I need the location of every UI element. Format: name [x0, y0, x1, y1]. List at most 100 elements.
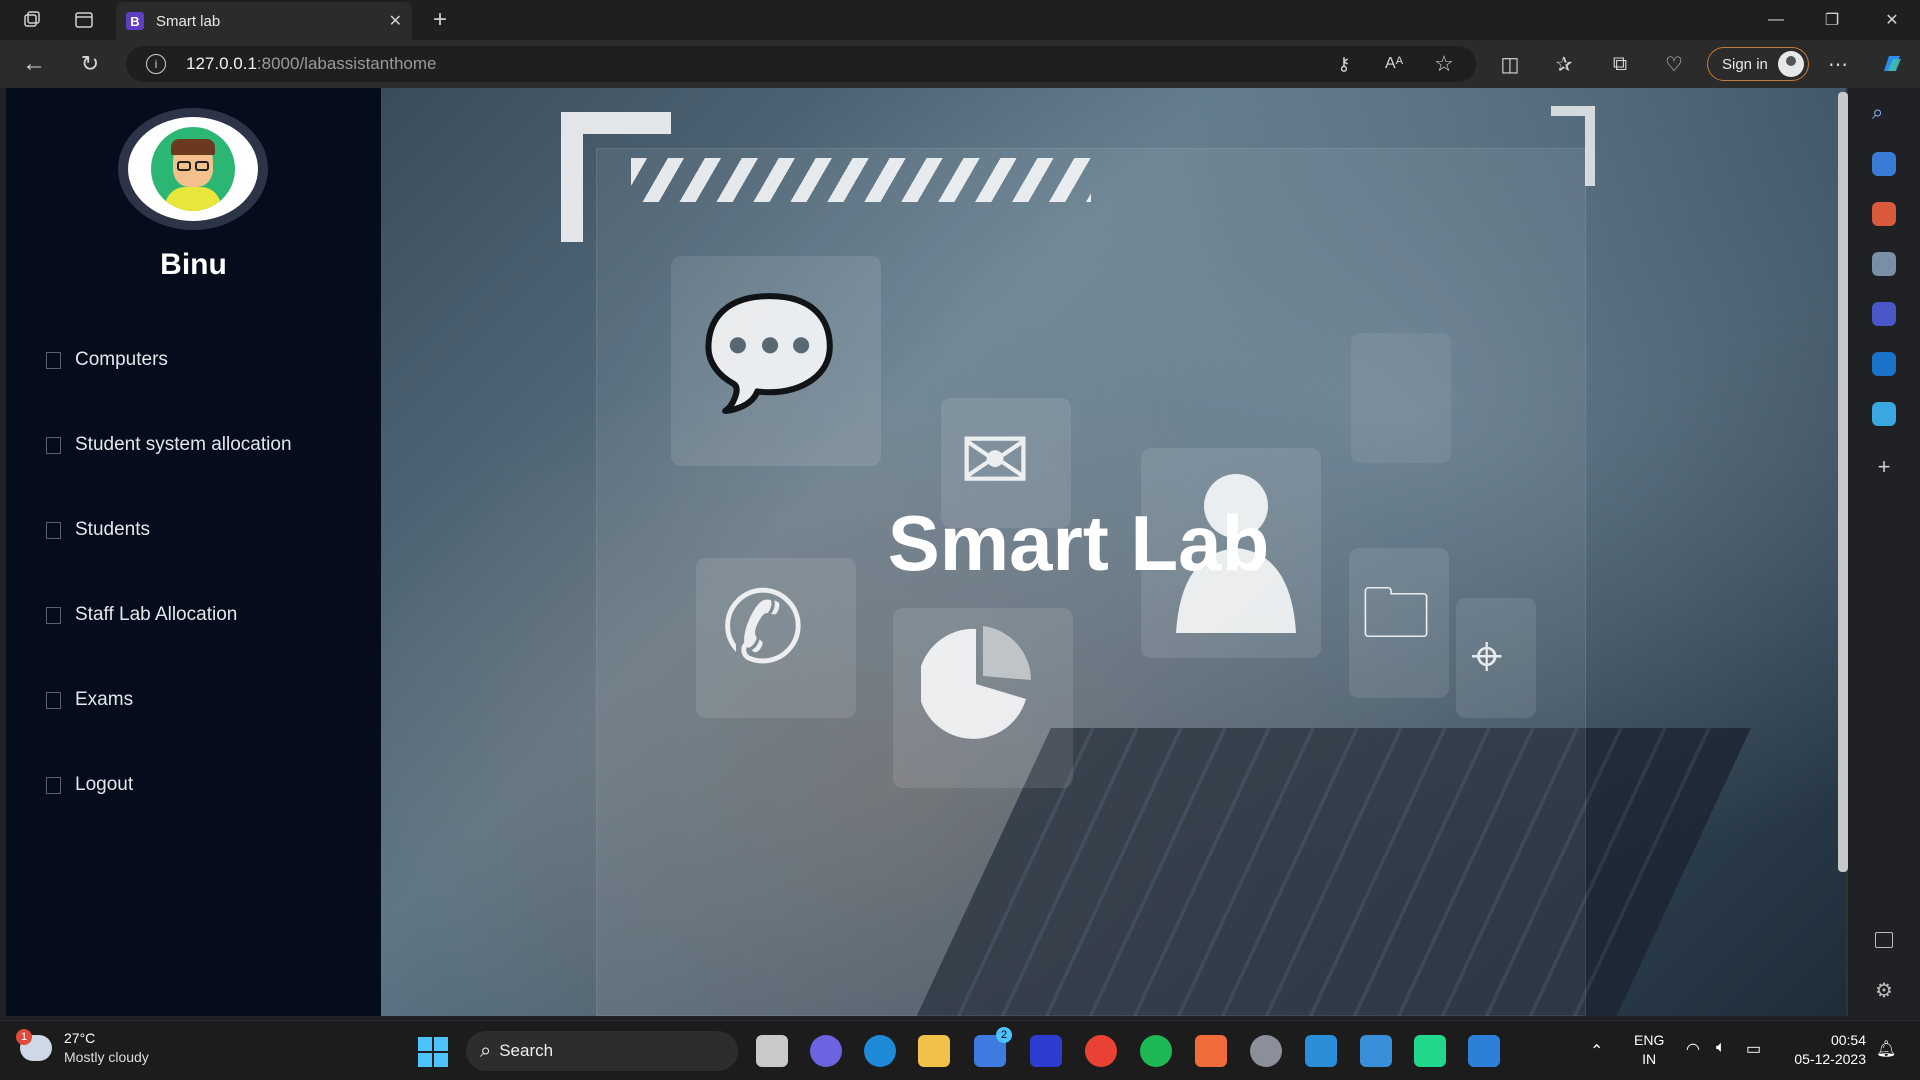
microsoft-store-icon[interactable]: 2 — [974, 1027, 1012, 1067]
sidebar-item-label: Exams — [75, 689, 134, 710]
sign-in-label: Sign in — [1722, 55, 1768, 73]
checkbox-icon — [46, 606, 61, 624]
new-tab-button[interactable]: + — [420, 0, 460, 40]
start-windows-icon[interactable] — [418, 1037, 448, 1067]
envelope-icon: ✉ — [959, 413, 1032, 509]
browser-tab-bar: B Smart lab ✕ + — ❐ ✕ — [0, 0, 1920, 40]
edge-icon[interactable] — [864, 1035, 896, 1067]
teams-chat-icon[interactable] — [810, 1035, 842, 1067]
pycharm-icon[interactable] — [1414, 1035, 1446, 1067]
drop-icon[interactable] — [1872, 402, 1896, 426]
tab-title: Smart lab — [156, 12, 221, 30]
hide-sidebar-icon[interactable] — [1875, 932, 1893, 948]
taskbar-search[interactable]: ⌕ Search — [466, 1031, 738, 1071]
workspaces-icon[interactable] — [12, 0, 52, 40]
sidebar-item-students[interactable]: Students — [46, 515, 150, 545]
checkbox-icon — [46, 351, 61, 369]
sidebar-item-label: Student system allocation — [75, 434, 292, 455]
url-path: :8000/labassistanthome — [256, 54, 437, 73]
close-tab-icon[interactable]: ✕ — [389, 11, 402, 31]
user-avatar-icon — [151, 127, 235, 211]
spotify-icon[interactable] — [1140, 1035, 1172, 1067]
search-icon: ⌕ — [480, 1039, 492, 1062]
tab-actions-icon[interactable] — [64, 0, 104, 40]
page-viewport: Binu Computers Student system allocation… — [6, 88, 1846, 1016]
stripe-decoration — [631, 158, 1091, 202]
browser-essentials-icon[interactable]: ♡ — [1658, 48, 1690, 80]
sidebar-item-computers[interactable]: Computers — [46, 345, 168, 375]
refresh-icon[interactable]: ↻ — [74, 48, 106, 80]
url-host: 127.0.0.1 — [186, 54, 257, 73]
frame-corner-decoration — [1551, 106, 1595, 186]
notification-bell-icon[interactable]: 🔔︎ — [1876, 1039, 1896, 1059]
edge-sidebar: ⌕ + ⚙ — [1848, 88, 1920, 1020]
search-icon[interactable]: ⌕ — [1872, 102, 1896, 126]
sidebar-item-student-system-allocation[interactable]: Student system allocation — [46, 430, 292, 460]
add-icon[interactable]: + — [1872, 454, 1896, 479]
sidebar-item-label: Logout — [75, 774, 134, 795]
time: 00:54 — [1830, 1032, 1866, 1048]
taskbar-search-label: Search — [499, 1041, 554, 1060]
sidebar-item-staff-lab-allocation[interactable]: Staff Lab Allocation — [46, 600, 237, 630]
tools-icon[interactable] — [1872, 202, 1896, 226]
language-indicator[interactable]: ENG IN — [1634, 1031, 1664, 1069]
read-aloud-icon[interactable]: Aᴬ — [1378, 48, 1410, 80]
sidebar-item-label: Computers — [75, 349, 168, 370]
chrome-icon[interactable] — [1085, 1035, 1117, 1067]
copilot-icon[interactable] — [1876, 48, 1908, 80]
sidebar-item-logout[interactable]: Logout — [46, 770, 133, 800]
close-window-button[interactable]: ✕ — [1864, 0, 1920, 40]
address-bar[interactable]: i 127.0.0.1:8000/labassistanthome — [126, 46, 1476, 82]
favorite-star-icon[interactable]: ☆ — [1428, 48, 1460, 80]
games-icon[interactable] — [1872, 252, 1896, 276]
file-explorer-icon[interactable] — [918, 1035, 950, 1067]
vscode-icon[interactable] — [1305, 1035, 1337, 1067]
chevron-up-icon[interactable]: ⌃ — [1590, 1041, 1603, 1061]
minimize-button[interactable]: — — [1748, 0, 1804, 40]
snipping-tool-icon[interactable] — [1468, 1035, 1500, 1067]
windows-taskbar: 1 27°C Mostly cloudy ⌕ Search 2 ⌃ ENG IN… — [0, 1020, 1920, 1080]
user-avatar — [118, 108, 268, 230]
clock[interactable]: 00:54 05-12-2023 — [1782, 1031, 1866, 1069]
favorites-icon[interactable]: ✰ — [1548, 48, 1580, 80]
chat-bubbles-icon: 💬 — [701, 291, 838, 414]
app-sidebar: Binu Computers Student system allocation… — [6, 88, 381, 1016]
settings-gear-icon[interactable] — [1250, 1035, 1282, 1067]
page-scrollbar[interactable] — [1838, 88, 1848, 1016]
collections-icon[interactable]: ⧉ — [1604, 48, 1636, 80]
split-screen-icon[interactable]: ◫ — [1494, 48, 1526, 80]
weather-widget[interactable]: 1 27°C Mostly cloudy — [16, 1029, 149, 1067]
phone-icon: ✆ — [721, 572, 805, 684]
temperature: 27°C — [64, 1030, 96, 1046]
back-arrow-icon[interactable]: ← — [18, 48, 50, 80]
profile-avatar-icon — [1778, 51, 1804, 77]
lang-top: ENG — [1634, 1032, 1665, 1048]
sidebar-item-exams[interactable]: Exams — [46, 685, 133, 715]
visual-studio-icon[interactable] — [1030, 1035, 1062, 1067]
restore-button[interactable]: ❐ — [1804, 0, 1860, 40]
shopping-icon[interactable] — [1872, 152, 1896, 176]
checkbox-icon — [46, 776, 61, 794]
outlook-icon[interactable] — [1872, 352, 1896, 376]
more-menu-icon[interactable]: ⋯ — [1822, 48, 1854, 80]
wifi-icon[interactable]: ◠ — [1686, 1039, 1700, 1059]
notepad-icon[interactable] — [1360, 1035, 1392, 1067]
settings-gear-icon[interactable]: ⚙ — [1872, 978, 1896, 1002]
battery-icon[interactable]: ▭ — [1746, 1039, 1761, 1059]
brave-icon[interactable] — [1195, 1035, 1227, 1067]
location-pin-icon: ⌖ — [1471, 624, 1503, 687]
store-badge: 2 — [996, 1027, 1012, 1043]
site-info-icon[interactable]: i — [146, 54, 166, 74]
scrollbar-thumb[interactable] — [1838, 92, 1848, 872]
tab-smart-lab[interactable]: B Smart lab ✕ — [116, 2, 412, 40]
volume-icon[interactable]: 🔈︎ — [1716, 1039, 1726, 1057]
lang-bottom: IN — [1642, 1051, 1657, 1067]
weather-badge: 1 — [16, 1029, 32, 1045]
checkbox-icon — [46, 521, 61, 539]
browser-toolbar: ← ↻ i 127.0.0.1:8000/labassistanthome ⚷ … — [0, 40, 1920, 88]
sign-in-button[interactable]: Sign in — [1707, 47, 1809, 81]
page-title: Smart Lab — [887, 499, 1270, 587]
task-view-icon[interactable] — [756, 1035, 788, 1067]
key-icon[interactable]: ⚷ — [1328, 48, 1360, 80]
microsoft-365-icon[interactable] — [1872, 302, 1896, 326]
